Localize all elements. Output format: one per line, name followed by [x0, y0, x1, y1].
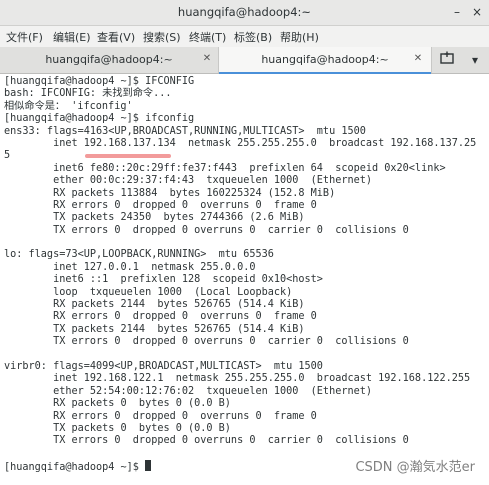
menu-tabs[interactable]: 标签(B) — [234, 29, 272, 45]
tab-2[interactable]: huangqifa@hadoop4:~ ✕ — [218, 47, 432, 74]
new-tab-icon[interactable] — [438, 51, 456, 69]
terminal-line: inet 127.0.0.1 netmask 255.0.0.0 — [4, 261, 256, 273]
tab-bar: huangqifa@hadoop4:~ ✕ huangqifa@hadoop4:… — [0, 47, 489, 74]
close-tab-1-icon[interactable]: ✕ — [200, 52, 214, 66]
terminal-line: 相似命令是： 'ifconfig' — [4, 100, 133, 112]
ip-highlight-underline — [85, 154, 171, 158]
window-title: huangqifa@hadoop4:~ — [177, 5, 312, 19]
terminal-line: RX packets 113884 bytes 160225324 (152.8… — [4, 187, 336, 199]
terminal-line: RX errors 0 dropped 0 overruns 0 frame 0 — [4, 311, 317, 323]
terminal-line: [huangqifa@hadoop4 ~]$ IFCONFIG — [4, 76, 195, 87]
menu-file[interactable]: 文件(F) — [6, 29, 43, 45]
terminal-line: ether 00:0c:29:37:f4:43 txqueuelen 1000 … — [4, 175, 373, 187]
new-tab-glyph — [440, 51, 454, 64]
terminal-line: TX errors 0 dropped 0 overruns 0 carrier… — [4, 435, 409, 447]
terminal-line: ens33: flags=4163<UP,BROADCAST,RUNNING,M… — [4, 125, 366, 137]
watermark: CSDN @瀚気水范er — [355, 460, 475, 475]
terminal-line: RX errors 0 dropped 0 overruns 0 frame 0 — [4, 410, 317, 422]
terminal-line: TX packets 24350 bytes 2744366 (2.6 MiB) — [4, 212, 305, 224]
title-bar[interactable]: huangqifa@hadoop4:~ – × — [0, 0, 489, 26]
terminal-line: virbr0: flags=4099<UP,BROADCAST,MULTICAS… — [4, 360, 323, 372]
terminal-line: inet6 ::1 prefixlen 128 scopeid 0x10<hos… — [4, 274, 323, 286]
terminal-line: RX errors 0 dropped 0 overruns 0 frame 0 — [4, 199, 317, 211]
tab-1-label: huangqifa@hadoop4:~ — [45, 53, 173, 66]
terminal-line: RX packets 0 bytes 0 (0.0 B) — [4, 398, 231, 410]
menu-view[interactable]: 查看(V) — [97, 29, 135, 45]
menu-search[interactable]: 搜索(S) — [143, 29, 181, 45]
menu-bar: 文件(F) 编辑(E) 查看(V) 搜索(S) 终端(T) 标签(B) 帮助(H… — [0, 26, 489, 47]
tab-2-label: huangqifa@hadoop4:~ — [261, 53, 389, 66]
menu-terminal[interactable]: 终端(T) — [189, 29, 226, 45]
minimize-button[interactable]: – — [449, 4, 465, 20]
terminal-line: TX packets 0 bytes 0 (0.0 B) — [4, 422, 231, 434]
terminal-output[interactable]: [huangqifa@hadoop4 ~]$ IFCONFIG bash: IFC… — [0, 74, 489, 485]
terminal-line: TX packets 2144 bytes 526765 (514.4 KiB) — [4, 323, 305, 335]
terminal-window: huangqifa@hadoop4:~ – × 文件(F) 编辑(E) 查看(V… — [0, 0, 489, 485]
terminal-lines: [huangqifa@hadoop4 ~]$ IFCONFIG bash: IFC… — [4, 76, 476, 473]
menu-edit[interactable]: 编辑(E) — [53, 29, 91, 45]
terminal-line: RX packets 2144 bytes 526765 (514.4 KiB) — [4, 299, 305, 311]
terminal-line: bash: IFCONFIG: 未找到命令... — [4, 88, 172, 100]
chevron-down-icon[interactable]: ▾ — [466, 51, 484, 69]
terminal-line: lo: flags=73<UP,LOOPBACK,RUNNING> mtu 65… — [4, 249, 274, 261]
terminal-line: [huangqifa@hadoop4 ~]$ ifconfig — [4, 113, 195, 125]
terminal-line: TX errors 0 dropped 0 overruns 0 carrier… — [4, 224, 409, 236]
menu-help[interactable]: 帮助(H) — [280, 29, 319, 45]
tab-1[interactable]: huangqifa@hadoop4:~ ✕ — [0, 47, 218, 73]
terminal-line: loop txqueuelen 1000 (Local Loopback) — [4, 286, 293, 298]
terminal-line: inet6 fe80::20c:29ff:fe37:f443 prefixlen… — [4, 162, 446, 174]
terminal-line: TX errors 0 dropped 0 overruns 0 carrier… — [4, 336, 409, 348]
terminal-line: ether 52:54:00:12:76:02 txqueuelen 1000 … — [4, 385, 373, 397]
close-button[interactable]: × — [469, 4, 485, 20]
terminal-cursor — [145, 460, 152, 472]
terminal-line: inet 192.168.122.1 netmask 255.255.255.0… — [4, 373, 471, 385]
terminal-line: 5 — [4, 150, 11, 162]
terminal-line: inet 192.168.137.134 netmask 255.255.255… — [4, 137, 477, 149]
close-tab-2-icon[interactable]: ✕ — [411, 52, 425, 66]
